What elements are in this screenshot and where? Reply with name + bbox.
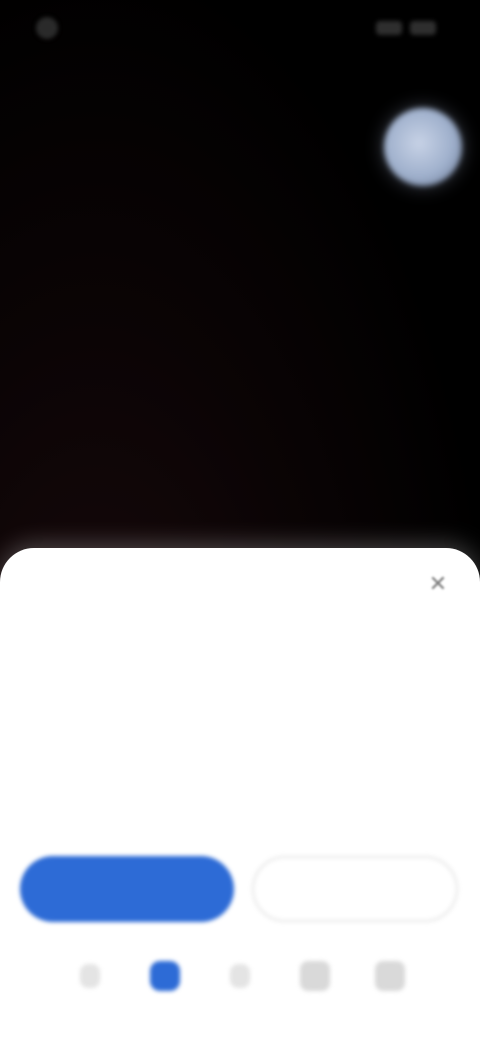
nav-icon-5 xyxy=(375,961,406,991)
signal-icon xyxy=(376,21,402,35)
nav-icon-4 xyxy=(300,961,331,991)
nav-item-3[interactable] xyxy=(222,958,258,994)
sheet-header xyxy=(22,566,458,606)
bottom-nav xyxy=(0,944,480,1008)
close-button[interactable]: ✕ xyxy=(422,568,454,600)
notification-icon xyxy=(36,17,58,39)
battery-icon xyxy=(410,21,436,35)
status-right xyxy=(376,21,444,35)
secondary-button[interactable] xyxy=(252,856,458,922)
nav-icon-1 xyxy=(79,964,100,988)
app-screen: ✕ xyxy=(0,0,480,1040)
nav-icon-2 xyxy=(149,961,180,991)
nav-icon-3 xyxy=(229,964,250,988)
nav-item-5[interactable] xyxy=(372,958,408,994)
nav-item-2[interactable] xyxy=(147,958,183,994)
nav-item-1[interactable] xyxy=(72,958,108,994)
nav-item-4[interactable] xyxy=(297,958,333,994)
avatar-icon[interactable] xyxy=(384,108,462,186)
bottom-sheet: ✕ xyxy=(0,548,480,1040)
primary-button[interactable] xyxy=(20,856,234,922)
status-left xyxy=(36,17,68,39)
status-bar xyxy=(0,0,480,56)
